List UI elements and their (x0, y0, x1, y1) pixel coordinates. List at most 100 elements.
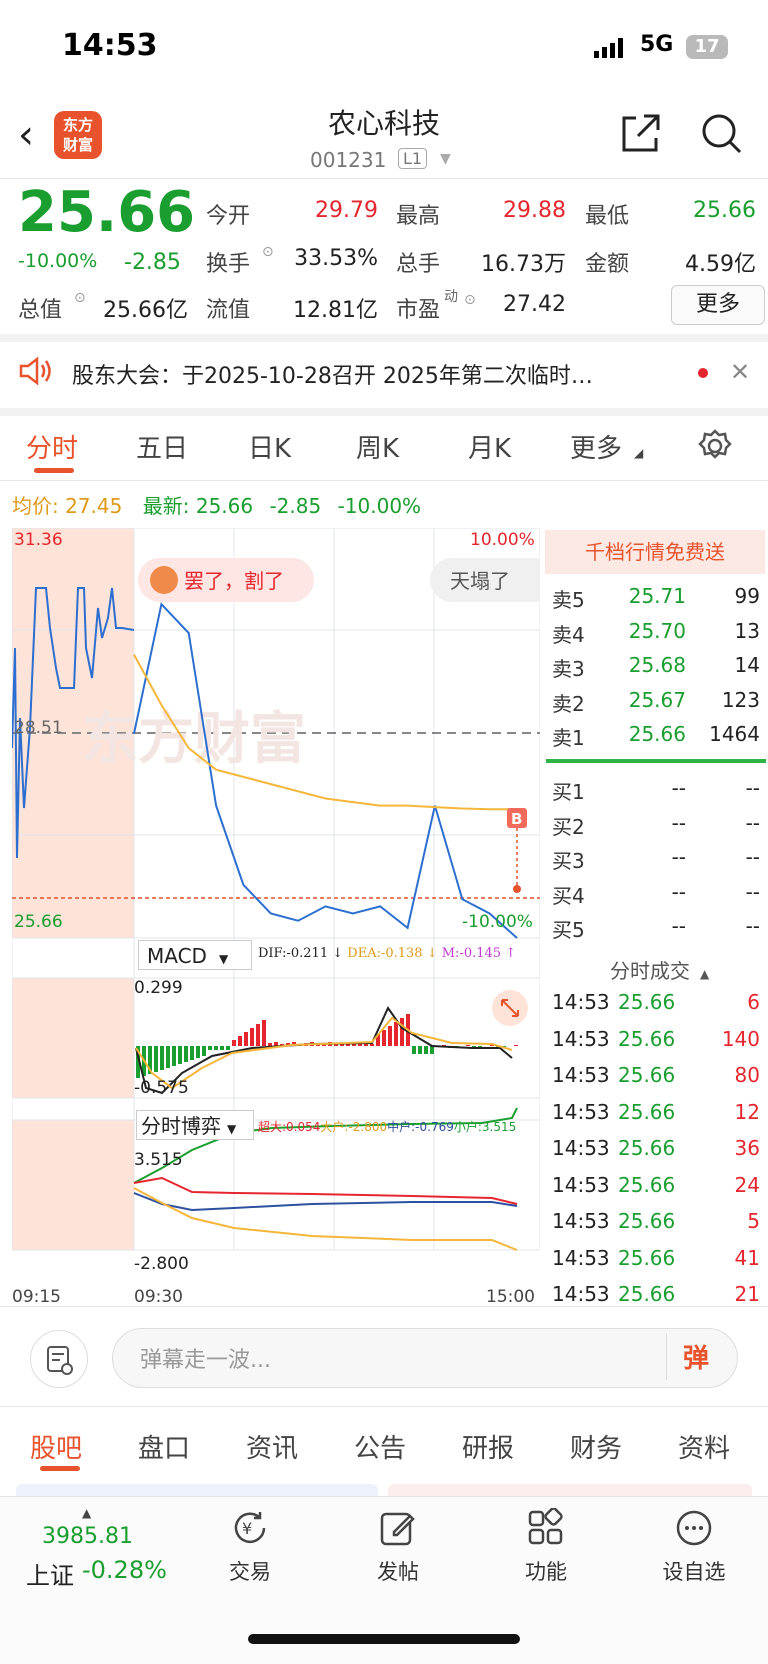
card-edge (16, 1484, 378, 1496)
divider (0, 480, 768, 481)
game-selector[interactable]: 分时博弈 ▼ (136, 1110, 254, 1140)
trade-price: 25.66 (618, 1026, 676, 1051)
ask-price: 25.67 (628, 687, 686, 712)
tab-intraday[interactable]: 分时 (26, 428, 78, 465)
index-name[interactable]: 上证 (26, 1556, 74, 1591)
info-icon[interactable]: ⊙ (74, 290, 86, 306)
index-pct[interactable]: -0.28% (82, 1556, 167, 1584)
macd-bar (238, 1036, 242, 1046)
ask-volume: 123 (721, 687, 760, 712)
trades-title-text: 分时成交 (610, 959, 690, 983)
macd-bar (478, 1046, 482, 1047)
volume-label: 总手 (396, 252, 441, 277)
tab-5day[interactable]: 五日 (136, 428, 188, 465)
trade-price: 25.66 (618, 1245, 676, 1270)
game-top: 3.515 (134, 1150, 183, 1170)
trade-icon[interactable]: ¥ (230, 1508, 270, 1552)
game-mid: 中户:-0.769 (387, 1120, 454, 1134)
change: -2.85 (124, 250, 181, 275)
trade-price: 25.66 (618, 1099, 676, 1124)
macd-bar (250, 1028, 254, 1046)
latest-change: -2.85 (269, 494, 322, 518)
home-indicator (248, 1634, 520, 1644)
tab-weekly[interactable]: 周K (356, 428, 399, 465)
trades-title[interactable]: 分时成交 ▲ (610, 955, 709, 984)
b-marker-label: B (511, 810, 522, 828)
bid-volume: -- (745, 845, 760, 869)
trade-time: 14:53 (552, 1172, 610, 1197)
danmaku-button[interactable]: 弹 (683, 1338, 709, 1375)
open-label: 今开 (206, 204, 251, 229)
more-dots-icon[interactable] (674, 1508, 714, 1552)
macd-bar (178, 1046, 182, 1064)
time-close: 15:00 (486, 1287, 535, 1307)
macd-selector[interactable]: MACD ▼ (138, 940, 252, 970)
search-icon[interactable] (700, 112, 744, 160)
volume-value: 16.73万 (481, 252, 566, 277)
high-value: 29.88 (503, 198, 566, 223)
apps-icon[interactable] (526, 1507, 566, 1552)
level-badge[interactable]: L1 (398, 148, 428, 169)
free-level2-banner[interactable]: 千档行情免费送 (545, 530, 765, 574)
tab-research[interactable]: 研报 (462, 1428, 514, 1465)
trade-time: 14:53 (552, 1063, 610, 1087)
latest-value: 25.66 (195, 494, 254, 518)
avg-value: 27.45 (65, 494, 123, 518)
macd-bar (244, 1032, 248, 1046)
intraday-chart[interactable]: 东方财富 B 罢了，割了 天塌了 (12, 528, 540, 1278)
trade-volume: 80 (734, 1063, 760, 1087)
share-icon[interactable] (618, 112, 662, 160)
tab-profile[interactable]: 资料 (678, 1428, 730, 1465)
amount-label: 金额 (585, 252, 630, 277)
macd-bar (172, 1046, 176, 1066)
info-icon[interactable]: ⊙ (464, 292, 476, 308)
ask-price: 25.68 (628, 653, 686, 677)
nav-add-watchlist[interactable]: 设自选 (646, 1556, 742, 1586)
nav-functions[interactable]: 功能 (506, 1556, 586, 1586)
chevron-down-icon[interactable]: ▼ (440, 151, 451, 167)
macd-label: MACD (147, 944, 207, 968)
nav-trade[interactable]: 交易 (210, 1556, 290, 1586)
macd-bar (268, 1043, 272, 1046)
section-gap (0, 408, 768, 416)
macd-bar (424, 1046, 428, 1054)
info-icon[interactable]: ⊙ (262, 244, 274, 260)
premarket-shade (12, 978, 134, 1098)
trade-volume: 21 (734, 1282, 760, 1306)
macd-bar (370, 1044, 374, 1046)
tab-finance[interactable]: 财务 (570, 1428, 622, 1465)
macd-bar (514, 1045, 518, 1046)
speaker-icon (18, 356, 54, 390)
tab-pankou[interactable]: 盘口 (138, 1428, 190, 1465)
macd-bar (214, 1046, 218, 1050)
danmaku-settings-icon[interactable] (30, 1330, 88, 1388)
tab-guba[interactable]: 股吧 (30, 1428, 82, 1465)
stock-code: 001231 (310, 148, 387, 172)
more-button[interactable]: 更多 (671, 285, 765, 325)
macd-bar (196, 1046, 200, 1058)
tab-more[interactable]: 更多 (570, 428, 622, 465)
macd-bar (220, 1046, 224, 1050)
post-icon[interactable] (378, 1508, 418, 1552)
close-icon[interactable]: ✕ (730, 358, 750, 386)
tab-news[interactable]: 资讯 (246, 1428, 298, 1465)
nav-post[interactable]: 发帖 (358, 1556, 438, 1586)
gear-icon[interactable] (697, 428, 733, 468)
bubble-text-2: 天塌了 (450, 569, 510, 593)
unread-dot (698, 368, 708, 378)
danmaku-placeholder: 弹幕走一波... (140, 1348, 271, 1373)
tab-daily[interactable]: 日K (248, 428, 291, 465)
game-bottom: -2.800 (134, 1254, 189, 1274)
macd-bar (232, 1040, 236, 1046)
tab-notice[interactable]: 公告 (354, 1428, 406, 1465)
trade-price: 25.66 (618, 990, 676, 1014)
tab-monthly[interactable]: 月K (468, 428, 511, 465)
macd-bar (154, 1046, 158, 1072)
pe-dynamic-mark: 动 (444, 289, 458, 305)
network-label: 5G (640, 32, 674, 57)
index-value[interactable]: 3985.81 (42, 1524, 133, 1549)
announcement-text[interactable]: 股东大会：于2025-10-28召开 2025年第二次临时… (72, 358, 672, 390)
macd-bar (160, 1046, 164, 1070)
current-dot (513, 885, 521, 893)
trade-volume: 24 (734, 1172, 760, 1197)
